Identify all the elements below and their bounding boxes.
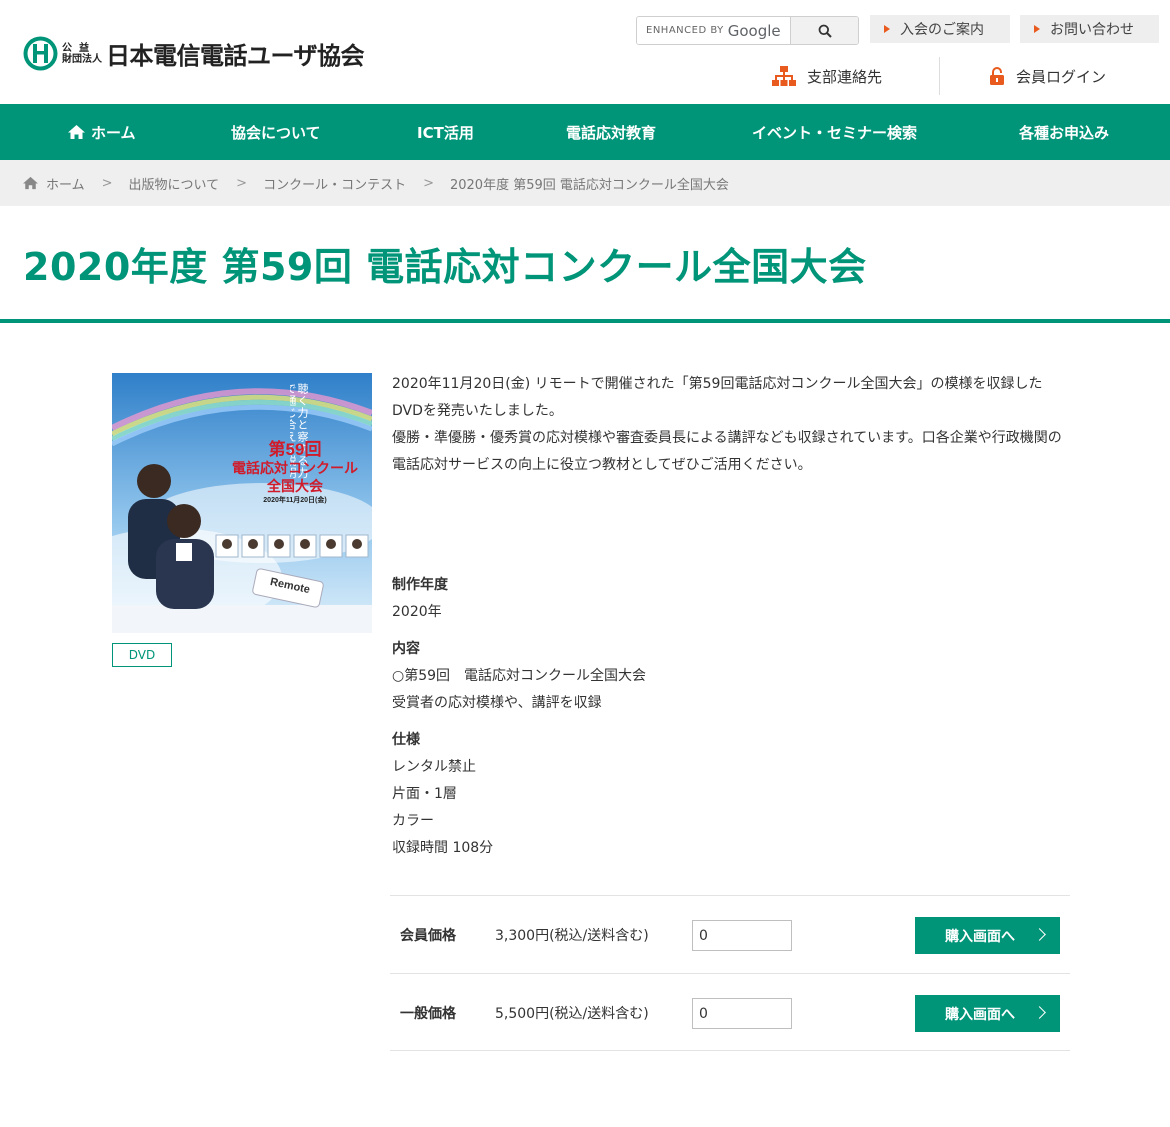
branch-contacts-label: 支部連絡先: [807, 67, 883, 86]
nav-item-label: 各種お申込み: [1019, 123, 1110, 142]
quantity-input-member[interactable]: [692, 920, 792, 951]
breadcrumb-contests[interactable]: コンクール・コンテスト: [263, 174, 406, 193]
search-enhanced-label: ENHANCED BY: [646, 25, 724, 36]
branch-contacts-link[interactable]: 支部連絡先: [772, 62, 882, 90]
site-search: ENHANCED BY Google: [636, 16, 859, 45]
search-input[interactable]: ENHANCED BY Google: [637, 17, 790, 44]
spec-value: レンタル禁止: [392, 759, 476, 775]
nav-item-label: イベント・セミナー検索: [752, 123, 918, 142]
member-login-label: 会員ログイン: [1016, 67, 1107, 86]
nav-item-home[interactable]: ホーム: [67, 104, 136, 160]
description-paragraph-1: 2020年11月20日(金) リモートで開催された「第59回電話応対コンクール全…: [392, 376, 1043, 419]
price-table: 会員価格 3,300円(税込/送料含む) 購入画面へ 一般価格 5,500円(税…: [390, 895, 1070, 1051]
chevron-right-icon: >: [236, 175, 248, 191]
search-button[interactable]: [790, 17, 858, 44]
spec-label: 内容: [392, 641, 420, 657]
join-guide-label: 入会のご案内: [900, 22, 984, 38]
breadcrumb: ホーム > 出版物について > コンクール・コンテスト > 2020年度 第59…: [0, 160, 1170, 206]
breadcrumb-current: 2020年度 第59回 電話応対コンクール全国大会: [450, 174, 729, 193]
arrow-right-icon: [884, 25, 890, 33]
logo-text: 日本電信電話ユーザ協会: [106, 42, 365, 70]
nav-item-ict[interactable]: ICT活用: [417, 104, 474, 160]
arrow-right-icon: [1034, 25, 1040, 33]
breadcrumb-label: 2020年度 第59回 電話応対コンクール全国大会: [449, 177, 729, 193]
breadcrumb-publications[interactable]: 出版物について: [129, 174, 220, 193]
logo-sub-top: 公益: [62, 42, 96, 54]
spec-value: 2020年: [392, 604, 442, 620]
price-label: 会員価格: [400, 928, 456, 944]
spec-value: カラー: [392, 813, 434, 829]
purchase-button-member[interactable]: 購入画面へ: [915, 917, 1060, 954]
nav-item-label: 協会について: [231, 123, 321, 142]
purchase-button-label: 購入画面へ: [945, 1005, 1015, 1022]
spec-year: 制作年度 2020年: [392, 572, 1070, 626]
page-title: 2020年度 第59回 電話応対コンクール全国大会: [23, 245, 867, 289]
title-divider: [0, 319, 1170, 323]
cover-title-line3: 全国大会: [267, 478, 323, 494]
chevron-right-icon: >: [423, 175, 434, 191]
nav-item-label: ICT活用: [417, 123, 474, 142]
quantity-input-general[interactable]: [692, 998, 792, 1029]
cover-date: 2020年11月20日(金): [263, 497, 327, 504]
format-badge: DVD: [112, 643, 172, 667]
header-divider: [939, 57, 940, 95]
price-row-member: 会員価格 3,300円(税込/送料含む) 購入画面へ: [390, 895, 1070, 973]
product-specs: 制作年度 2020年 内容 ○第59回 電話応対コンクール全国大会 受賞者の応対…: [392, 572, 1070, 872]
main-nav: ホーム 協会について ICT活用 電話応対教育 イベント・セミナー検索 各種お申…: [0, 104, 1170, 160]
chevron-right-icon: [1033, 928, 1046, 941]
price-row-general: 一般価格 5,500円(税込/送料含む) 購入画面へ: [390, 973, 1070, 1051]
cover-title-line1: 第59回: [268, 440, 322, 459]
cover-title-block: 第59回 電話応対コンクール 全国大会 2020年11月20日(金): [220, 441, 370, 507]
spec-value: 片面・1層: [392, 786, 457, 802]
search-icon: [818, 24, 832, 38]
chevron-right-icon: >: [101, 175, 113, 191]
home-icon: [23, 176, 38, 190]
product-description: 2020年11月20日(金) リモートで開催された「第59回電話応対コンクール全…: [392, 371, 1070, 479]
spec-value: ○第59回 電話応対コンクール全国大会: [392, 668, 647, 684]
contact-label: お問い合わせ: [1050, 22, 1134, 38]
spec-label: 仕様: [392, 732, 420, 748]
nav-item-phone-education[interactable]: 電話応対教育: [566, 104, 656, 160]
home-icon: [68, 125, 85, 139]
site-header: 公益 財団法人 日本電信電話ユーザ協会 ENHANCED BY Google 入…: [0, 0, 1170, 104]
spec-specification: 仕様 レンタル禁止 片面・1層 カラー 収録時間 108分: [392, 727, 1070, 862]
product-cover-image: 聴く力と察する力で通じ合える説明を 第59回 電話応対コンクール 全国大会 20…: [112, 373, 372, 633]
breadcrumb-label: ホーム: [46, 177, 85, 193]
price-label: 一般価格: [400, 1006, 456, 1022]
join-guide-link[interactable]: 入会のご案内: [870, 15, 1010, 43]
breadcrumb-label: コンクール・コンテスト: [263, 177, 407, 193]
member-login-link[interactable]: 会員ログイン: [989, 62, 1106, 90]
spec-value: 収録時間 108分: [392, 840, 494, 856]
lock-icon: [990, 67, 1004, 85]
nav-item-about[interactable]: 協会について: [231, 104, 321, 160]
chevron-right-icon: [1033, 1006, 1046, 1019]
description-paragraph-2: 優勝・準優勝・優秀賞の応対模様や審査委員長による講評なども収録されています。口各…: [392, 430, 1062, 473]
spec-content: 内容 ○第59回 電話応対コンクール全国大会 受賞者の応対模様や、講評を収録: [392, 636, 1070, 717]
org-chart-icon: [772, 66, 796, 86]
logo-mark-icon: [23, 36, 58, 71]
site-logo[interactable]: 公益 財団法人 日本電信電話ユーザ協会: [22, 35, 365, 72]
breadcrumb-label: 出版物について: [128, 177, 220, 193]
nav-item-label: 電話応対教育: [566, 123, 657, 142]
purchase-button-general[interactable]: 購入画面へ: [915, 995, 1060, 1032]
spec-value: 受賞者の応対模様や、講評を収録: [392, 695, 602, 711]
price-value: 5,500円(税込/送料含む): [495, 1006, 649, 1022]
nav-item-label: ホーム: [91, 123, 136, 142]
search-brand: Google: [727, 21, 781, 40]
nav-item-event-search[interactable]: イベント・セミナー検索: [752, 104, 917, 160]
contact-link[interactable]: お問い合わせ: [1020, 15, 1159, 43]
price-value: 3,300円(税込/送料含む): [495, 928, 649, 944]
purchase-button-label: 購入画面へ: [945, 927, 1015, 944]
cover-title-line2: 電話応対コンクール: [232, 460, 358, 476]
logo-sub-bottom: 財団法人: [62, 53, 102, 65]
spec-label: 制作年度: [392, 577, 448, 593]
logo-subtitle: 公益 財団法人: [62, 43, 104, 65]
breadcrumb-home[interactable]: ホーム: [22, 174, 85, 193]
nav-item-applications[interactable]: 各種お申込み: [1019, 104, 1109, 160]
